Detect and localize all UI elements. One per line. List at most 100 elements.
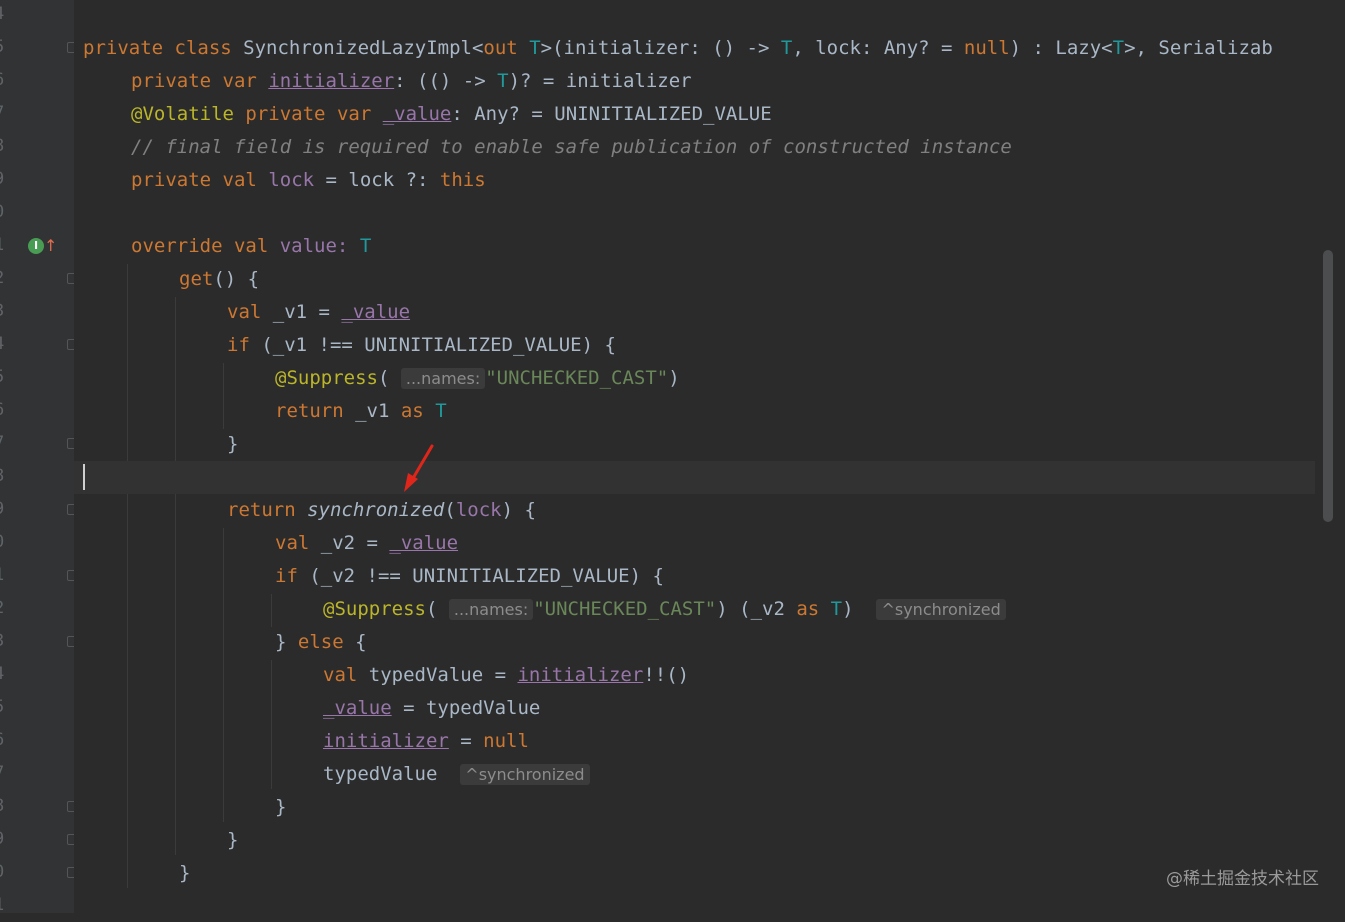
code-line[interactable]: initializer = null bbox=[83, 725, 1315, 758]
line-number-label: 7 bbox=[0, 427, 4, 460]
red-arrow-annotation-icon bbox=[404, 444, 434, 492]
token: null bbox=[483, 730, 529, 752]
line-number-label: 4 bbox=[0, 658, 4, 691]
token: lock bbox=[455, 499, 502, 521]
line-number: 6 bbox=[0, 64, 74, 97]
code-line[interactable]: _value = typedValue bbox=[83, 692, 1315, 725]
token: } bbox=[227, 433, 239, 455]
line-number-label: 3 bbox=[0, 295, 4, 328]
code-line[interactable]: } bbox=[83, 824, 1315, 857]
code-line[interactable] bbox=[83, 197, 1315, 230]
token: private bbox=[131, 169, 212, 191]
code-line[interactable]: // final field is required to enable saf… bbox=[83, 131, 1315, 164]
code-line[interactable]: return _v1 as T bbox=[83, 395, 1315, 428]
token: T bbox=[780, 37, 793, 59]
token: : Any? = UNINITIALIZED_VALUE bbox=[451, 103, 772, 125]
token: } bbox=[275, 631, 298, 653]
token: _v1 bbox=[343, 400, 401, 422]
code-line[interactable]: get() { bbox=[83, 263, 1315, 296]
line-number-label: 6 bbox=[0, 394, 4, 427]
code-line[interactable]: return synchronized(lock) { bbox=[83, 494, 1315, 527]
return-hint: ^synchronized bbox=[876, 599, 1006, 620]
line-number-label: 1 bbox=[0, 559, 4, 592]
token: value: bbox=[268, 235, 360, 257]
code-line[interactable]: } bbox=[83, 791, 1315, 824]
line-number: 4 bbox=[0, 0, 74, 31]
code-line[interactable]: @Suppress( ...names: "UNCHECKED_CAST") (_… bbox=[83, 593, 1315, 626]
line-number-label: 0 bbox=[0, 856, 4, 889]
token: T bbox=[1112, 37, 1125, 59]
code-line[interactable]: if (_v2 !== UNINITIALIZED_VALUE) { bbox=[83, 560, 1315, 593]
code-line[interactable]: } else { bbox=[83, 626, 1315, 659]
vertical-scrollbar[interactable] bbox=[1323, 250, 1333, 522]
line-number-label: 7 bbox=[0, 97, 4, 130]
line-number-label: 8 bbox=[0, 790, 4, 823]
token: T bbox=[529, 37, 541, 59]
code-line[interactable]: val _v1 = _value bbox=[83, 296, 1315, 329]
line-number: 4 bbox=[0, 328, 74, 361]
string-literal: "UNCHECKED_CAST" bbox=[533, 598, 717, 620]
line-number-label: 8 bbox=[0, 460, 4, 493]
token: typedValue bbox=[323, 763, 438, 785]
line-number: 7 bbox=[0, 427, 74, 460]
line-number-label: 9 bbox=[0, 493, 4, 526]
line-number-label: 0 bbox=[0, 526, 4, 559]
token: private bbox=[131, 70, 212, 92]
code-line[interactable]: } bbox=[83, 428, 1315, 461]
token: } bbox=[227, 829, 239, 851]
token: >(initializer: () -> bbox=[540, 37, 781, 59]
token: ) (_v2 bbox=[716, 598, 797, 620]
code-editor[interactable]: private class SynchronizedLazyImpl<out T… bbox=[74, 0, 1345, 913]
token: initializer bbox=[268, 70, 395, 92]
token: T bbox=[830, 598, 843, 620]
line-number: 3 bbox=[0, 295, 74, 328]
code-line[interactable]: } bbox=[83, 857, 1315, 890]
code-line[interactable]: if (_v1 !== UNINITIALIZED_VALUE) { bbox=[83, 329, 1315, 362]
code-line[interactable]: private var initializer: (() -> T)? = in… bbox=[83, 65, 1315, 98]
line-number: 6 bbox=[0, 724, 74, 757]
token: ) : Lazy< bbox=[1009, 37, 1113, 59]
token: if bbox=[227, 334, 250, 356]
code-line[interactable]: val typedValue = initializer!!() bbox=[83, 659, 1315, 692]
token: : (() -> bbox=[394, 70, 498, 92]
token: !!() bbox=[643, 664, 690, 686]
override-marker-icon[interactable]: I bbox=[28, 238, 44, 254]
token: () { bbox=[213, 268, 260, 290]
token: val bbox=[222, 169, 257, 191]
line-number: 0 bbox=[0, 526, 74, 559]
token: @Suppress bbox=[323, 598, 426, 620]
code-line[interactable]: @Suppress( ...names: "UNCHECKED_CAST") bbox=[83, 362, 1315, 395]
line-number-label: 5 bbox=[0, 691, 4, 724]
code-line[interactable]: typedValue ^synchronized bbox=[83, 758, 1315, 791]
code-line[interactable]: override val value: T bbox=[83, 230, 1315, 263]
parameter-hint: ...names: bbox=[448, 599, 534, 620]
token: as bbox=[796, 598, 820, 620]
token: T bbox=[359, 235, 372, 257]
code-line[interactable]: @Volatile private var _value: Any? = UNI… bbox=[83, 98, 1315, 131]
line-number: 8 bbox=[0, 790, 74, 823]
code-lines[interactable]: private class SynchronizedLazyImpl<out T… bbox=[74, 32, 1315, 890]
token: if bbox=[275, 565, 298, 587]
token: typedValue = bbox=[357, 664, 518, 686]
override-up-arrow-icon[interactable]: ↑ bbox=[44, 236, 57, 255]
token: ) bbox=[842, 598, 854, 620]
code-line[interactable]: private class SynchronizedLazyImpl<out T… bbox=[83, 32, 1315, 65]
line-number: 9 bbox=[0, 163, 74, 196]
token: synchronized bbox=[307, 499, 445, 521]
line-number-label: 3 bbox=[0, 625, 4, 658]
token: ( bbox=[377, 367, 390, 389]
line-number: 8 bbox=[0, 130, 74, 163]
code-line[interactable]: private val lock = lock ?: this bbox=[83, 164, 1315, 197]
token: , lock: Any? = bbox=[792, 37, 964, 59]
code-line[interactable]: val _v2 = _value bbox=[83, 527, 1315, 560]
line-number: 2 bbox=[0, 592, 74, 625]
current-line[interactable] bbox=[74, 461, 1315, 494]
editor-gutter: 4567890123456789012345678901 I ↑ bbox=[0, 0, 78, 915]
line-number-label: 6 bbox=[0, 64, 4, 97]
token: _value bbox=[389, 532, 459, 554]
